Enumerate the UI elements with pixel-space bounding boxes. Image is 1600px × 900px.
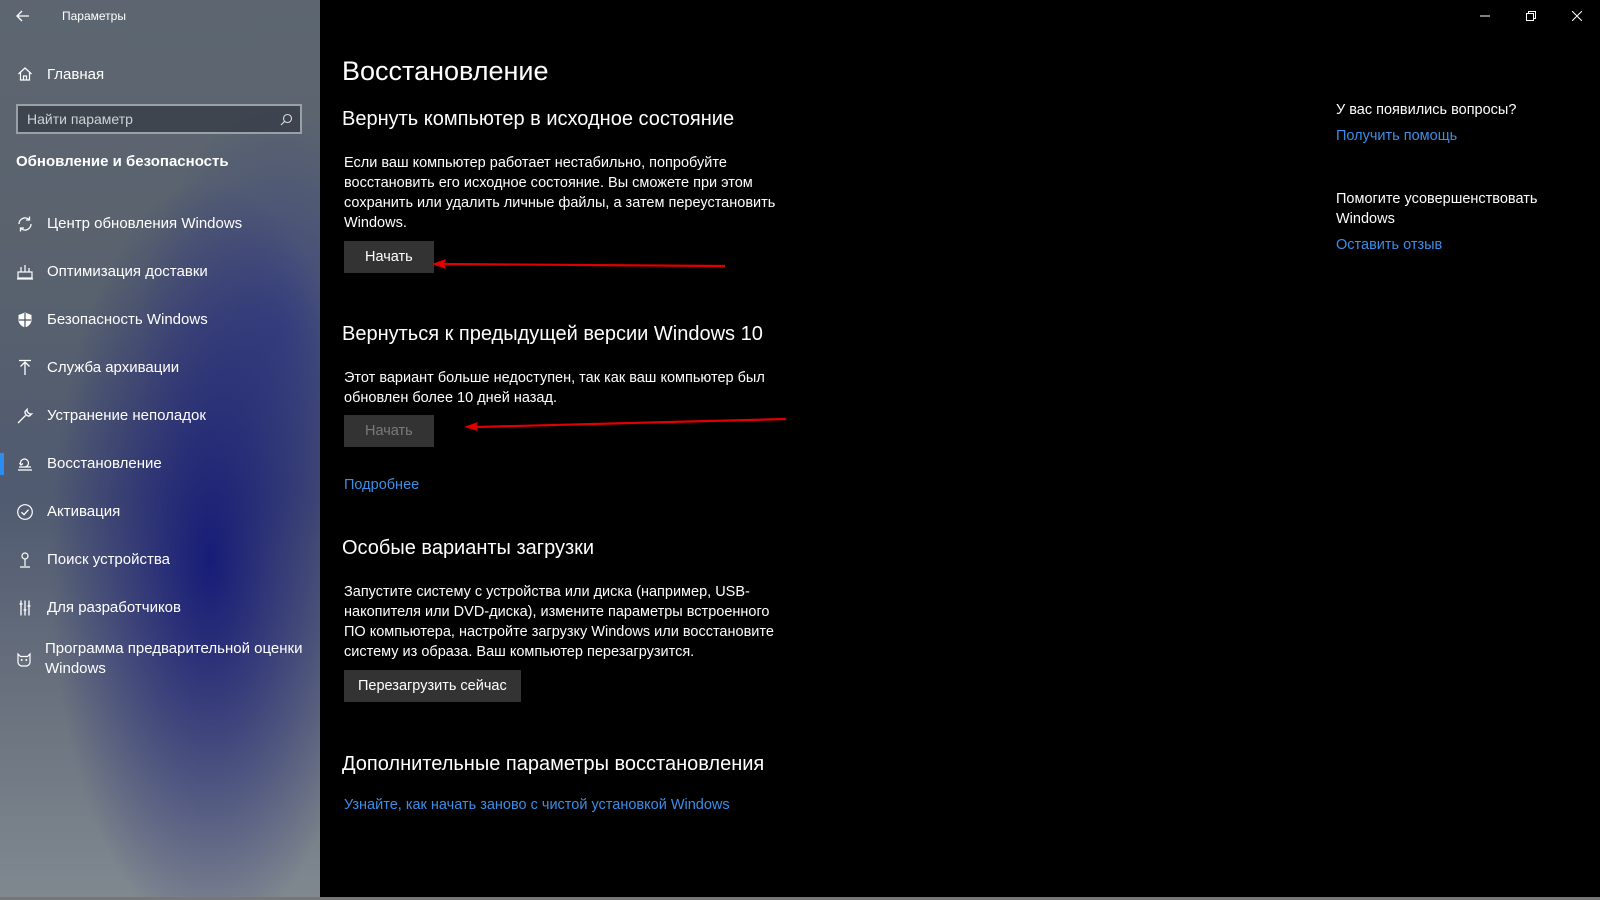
app-title: Параметры	[62, 9, 126, 23]
restore-icon	[1526, 11, 1536, 21]
wrench-icon	[15, 407, 35, 425]
advanced-startup-heading: Особые варианты загрузки	[342, 537, 595, 559]
advanced-startup-description: Запустите систему с устройства или диска…	[344, 584, 774, 660]
developer-icon	[15, 599, 35, 617]
sidebar-item-developers[interactable]: Для разработчиков	[0, 584, 320, 632]
backup-icon	[15, 359, 35, 377]
sidebar-item-recovery[interactable]: Восстановление	[0, 440, 320, 488]
back-arrow-icon	[16, 10, 29, 22]
rollback-description: Этот вариант больше недоступен, так как …	[344, 370, 765, 406]
sidebar-item-home[interactable]: Главная	[0, 56, 320, 92]
annotation-arrow	[432, 259, 726, 269]
sidebar-nav: Центр обновления Windows Оптимизация дос…	[0, 200, 320, 686]
sidebar-item-label: Служба архивации	[47, 359, 180, 376]
sidebar-item-insider[interactable]: Программа предварительной оценки Windows	[0, 632, 320, 686]
activation-icon	[15, 503, 35, 521]
sidebar-section-title: Обновление и безопасность	[16, 153, 229, 170]
search-box[interactable]	[16, 104, 302, 134]
search-input[interactable]	[18, 110, 272, 128]
sidebar-item-label: Поиск устройства	[47, 551, 171, 568]
sidebar-item-label: Устранение неполадок	[47, 407, 206, 424]
sidebar-item-label: Программа предварительной оценки Windows	[45, 640, 303, 677]
sidebar-item-label: Центр обновления Windows	[47, 215, 243, 232]
clean-install-link[interactable]: Узнайте, как начать заново с чистой уста…	[344, 797, 730, 813]
delivery-icon	[15, 263, 35, 281]
shield-icon	[15, 311, 35, 329]
sidebar-item-backup[interactable]: Служба архивации	[0, 344, 320, 392]
insider-icon	[15, 650, 33, 668]
page-title: Восстановление	[342, 56, 549, 86]
sidebar-item-label: Восстановление	[47, 455, 162, 472]
sidebar-item-delivery-optimization[interactable]: Оптимизация доставки	[0, 248, 320, 296]
restore-button[interactable]	[1508, 0, 1554, 32]
home-icon	[16, 66, 34, 82]
window-controls	[1462, 0, 1600, 32]
restart-now-button[interactable]: Перезагрузить сейчас	[344, 670, 521, 702]
minimize-button[interactable]	[1462, 0, 1508, 32]
feedback-link[interactable]: Оставить отзыв	[1336, 237, 1576, 253]
improve-windows-heading: Помогите усовершенствовать Windows	[1336, 191, 1538, 227]
home-label: Главная	[47, 65, 105, 83]
get-help-link[interactable]: Получить помощь	[1336, 128, 1576, 144]
title-bar: Параметры	[0, 0, 320, 32]
sidebar-item-label: Для разработчиков	[47, 599, 181, 616]
annotation-arrow	[464, 417, 787, 431]
sidebar-item-label: Безопасность Windows	[47, 311, 208, 328]
minimize-icon	[1480, 15, 1490, 17]
sidebar-item-label: Активация	[47, 503, 121, 520]
sync-icon	[15, 215, 35, 233]
close-icon	[1572, 11, 1582, 21]
help-panel: У вас появились вопросы? Получить помощь…	[1336, 100, 1576, 253]
sidebar-item-windows-update[interactable]: Центр обновления Windows	[0, 200, 320, 248]
sidebar-item-find-device[interactable]: Поиск устройства	[0, 536, 320, 584]
settings-window: Параметры Главная Обновление и безопасно…	[0, 0, 1600, 900]
questions-heading: У вас появились вопросы?	[1336, 102, 1517, 118]
back-button[interactable]	[0, 0, 46, 32]
learn-more-link[interactable]: Подробнее	[344, 477, 419, 493]
close-button[interactable]	[1554, 0, 1600, 32]
rollback-start-button[interactable]: Начать	[344, 415, 434, 447]
reset-description: Если ваш компьютер работает нестабильно,…	[344, 155, 776, 231]
find-device-icon	[15, 551, 35, 569]
more-options-heading: Дополнительные параметры восстановления	[342, 753, 765, 775]
reset-start-button[interactable]: Начать	[344, 241, 434, 273]
sidebar-item-troubleshoot[interactable]: Устранение неполадок	[0, 392, 320, 440]
recovery-icon	[15, 455, 35, 473]
search-icon[interactable]	[272, 113, 300, 126]
reset-heading: Вернуть компьютер в исходное состояние	[342, 108, 735, 130]
sidebar: Параметры Главная Обновление и безопасно…	[0, 0, 320, 900]
rollback-heading: Вернуться к предыдущей версии Windows 10	[342, 323, 763, 345]
sidebar-item-activation[interactable]: Активация	[0, 488, 320, 536]
sidebar-item-windows-security[interactable]: Безопасность Windows	[0, 296, 320, 344]
sidebar-item-label: Оптимизация доставки	[47, 263, 208, 280]
